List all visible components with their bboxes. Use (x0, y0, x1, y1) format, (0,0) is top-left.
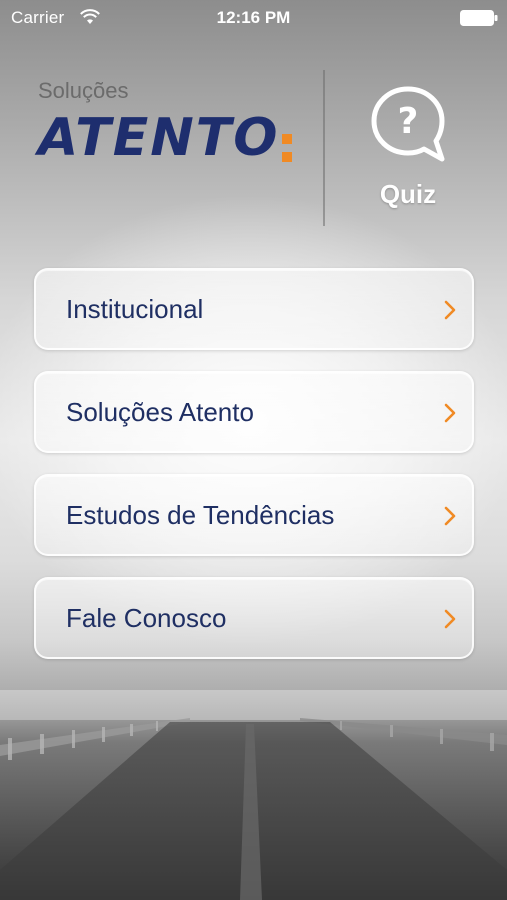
chevron-right-icon (444, 609, 456, 629)
header-divider (323, 70, 325, 226)
question-bubble-icon: ? (371, 86, 445, 162)
menu-item-label: Institucional (66, 294, 204, 324)
menu-item-fale-conosco[interactable]: Fale Conosco (34, 577, 474, 659)
logo-subtitle: Soluções (38, 78, 129, 103)
chevron-right-icon (444, 506, 456, 526)
svg-text:?: ? (398, 101, 419, 142)
menu-item-estudos-tendencias[interactable]: Estudos de Tendências (34, 474, 474, 556)
menu-item-label: Fale Conosco (66, 603, 227, 633)
chevron-right-icon (444, 300, 456, 320)
menu-item-label: Soluções Atento (66, 397, 254, 427)
quiz-button[interactable]: ? Quiz (366, 85, 450, 213)
chevron-right-icon (444, 403, 456, 423)
status-bar: Carrier 12:16 PM (0, 0, 507, 36)
menu-item-institucional[interactable]: Institucional (34, 268, 474, 350)
atento-logo: Soluções ATENTO (38, 78, 308, 178)
quiz-label: Quiz (379, 179, 437, 209)
logo-colon-mark (282, 126, 294, 166)
app-screen: Carrier 12:16 PM Soluções ATENTO ? Quiz (0, 0, 507, 900)
menu-item-label: Estudos de Tendências (66, 500, 335, 530)
menu-item-solucoes-atento[interactable]: Soluções Atento (34, 371, 474, 453)
logo-wordmark: ATENTO (38, 108, 280, 168)
battery-icon (460, 10, 498, 26)
road-background-image (0, 690, 507, 900)
status-time: 12:16 PM (216, 8, 291, 27)
